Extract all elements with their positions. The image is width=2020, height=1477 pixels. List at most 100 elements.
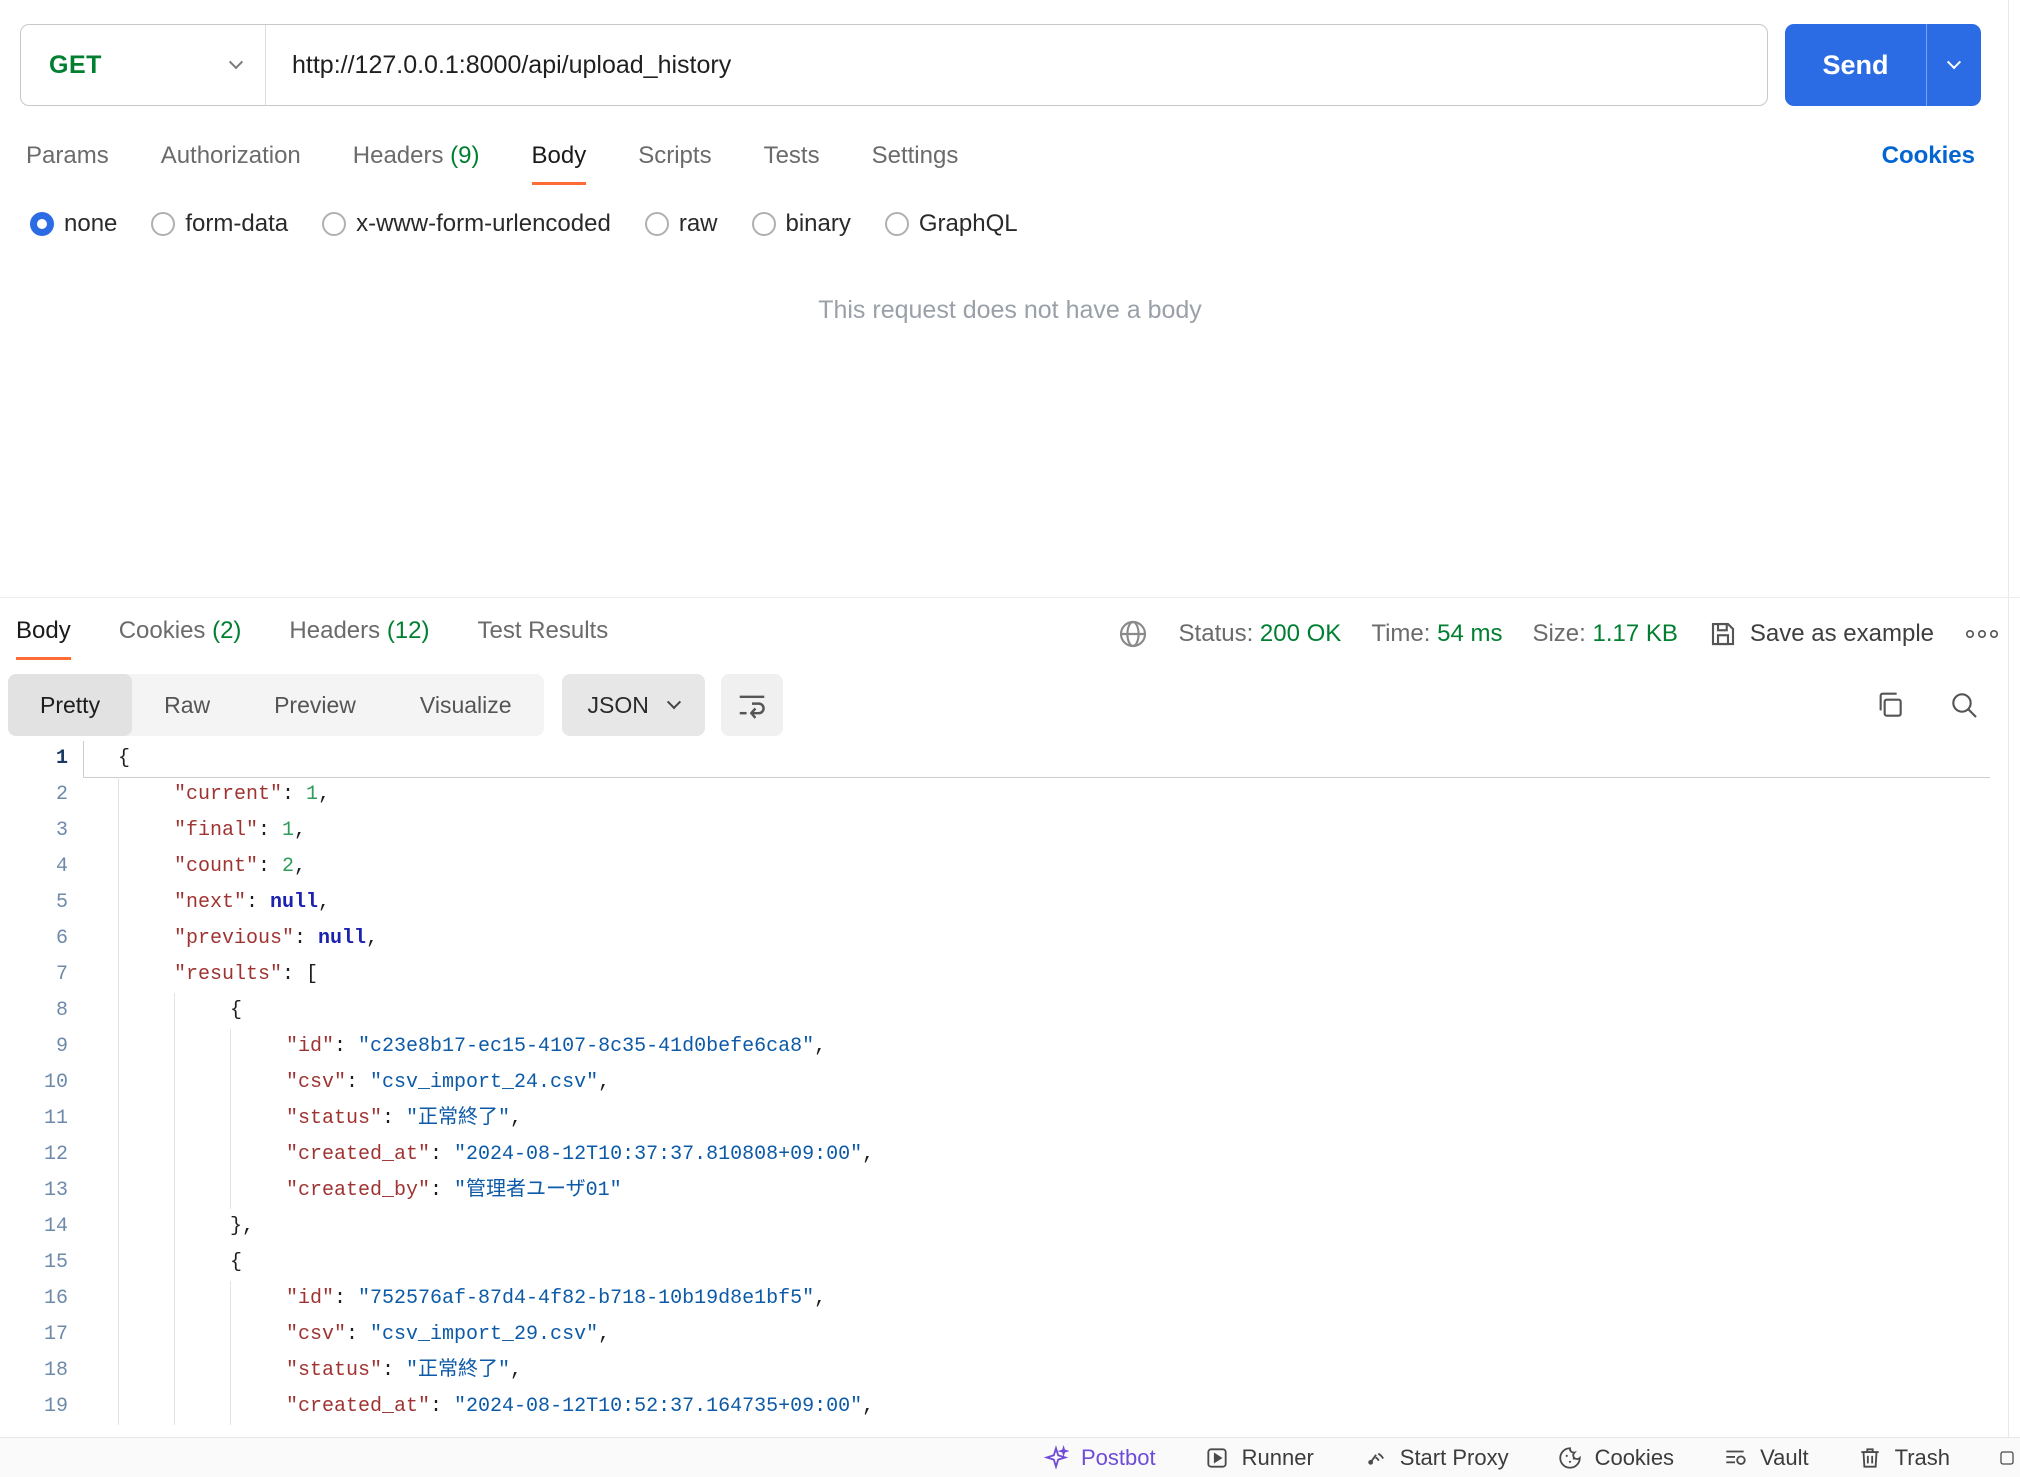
indent-guide [118, 1389, 174, 1425]
response-tab-headers[interactable]: Headers (12) [289, 617, 429, 660]
view-mode-switcher: Pretty Raw Preview Visualize [8, 674, 544, 736]
vault-button[interactable]: Vault [1722, 1445, 1809, 1471]
code-editor[interactable]: 1{2 "current": 1, 3 "final": 1, 4 "count": 2,… [0, 741, 1990, 1434]
method-label: GET [49, 50, 102, 79]
radio-icon[interactable] [644, 212, 669, 236]
line-number: 16 [43, 1287, 68, 1310]
response-view-bar: Pretty Raw Preview Visualize JSON [8, 674, 1980, 736]
search-icon[interactable] [1948, 689, 1980, 721]
chevron-down-icon [666, 695, 681, 710]
headers-count: (12) [386, 617, 430, 644]
code-line-content: "next": null, [84, 885, 1990, 921]
tab-scripts[interactable]: Scripts [638, 142, 711, 185]
view-tab-visualize[interactable]: Visualize [388, 674, 544, 736]
wrap-text-button[interactable] [720, 674, 783, 736]
copy-icon[interactable] [1874, 689, 1906, 721]
code-line-content: "previous": null, [84, 921, 1990, 957]
radio-icon[interactable] [322, 212, 347, 236]
send-button[interactable]: Send [1785, 24, 1981, 106]
code-line: 18 "status": "正常終了", [0, 1353, 1990, 1389]
code-line: 1{ [0, 741, 1990, 778]
postbot-button[interactable]: Postbot [1043, 1445, 1156, 1471]
radio-icon[interactable] [884, 212, 909, 236]
indent-guide [174, 1281, 230, 1317]
line-number: 12 [43, 1143, 68, 1166]
time-value[interactable]: Time: 54 ms [1371, 620, 1502, 648]
line-number: 13 [43, 1179, 68, 1202]
radio-raw[interactable]: raw [644, 210, 718, 238]
line-number: 1 [55, 747, 68, 770]
indent-guide [118, 1245, 174, 1281]
indent-guide [230, 1353, 286, 1389]
vault-icon [1722, 1445, 1748, 1471]
view-tab-raw[interactable]: Raw [132, 674, 242, 736]
code-line: 2 "current": 1, [0, 777, 1990, 813]
runner-button[interactable]: Runner [1204, 1445, 1314, 1471]
code-line-content: "results": [ [84, 957, 1990, 993]
trash-button[interactable]: Trash [1857, 1445, 1950, 1471]
tab-settings[interactable]: Settings [872, 142, 959, 185]
code-line: 6 "previous": null, [0, 921, 1990, 957]
line-number: 2 [55, 783, 68, 806]
radio-none[interactable]: none [30, 210, 117, 238]
code-line-content: "csv": "csv_import_24.csv", [84, 1065, 1990, 1101]
indent-guide [118, 777, 174, 813]
response-tab-body[interactable]: Body [16, 617, 71, 660]
save-as-example-button[interactable]: Save as example [1708, 619, 1934, 649]
code-line-content: "id": "c23e8b17-ec15-4107-8c35-41d0befe6… [84, 1029, 1990, 1065]
code-line: 3 "final": 1, [0, 813, 1990, 849]
indent-guide [118, 885, 174, 921]
language-select[interactable]: JSON [561, 674, 705, 736]
send-options-button[interactable] [1927, 24, 1981, 106]
tab-tests[interactable]: Tests [764, 142, 820, 185]
indent-guide [174, 1065, 230, 1101]
more-options-icon[interactable] [1964, 627, 2000, 641]
cookies-count: (2) [212, 617, 242, 644]
tab-headers[interactable]: Headers (9) [353, 142, 480, 185]
start-proxy-button[interactable]: Start Proxy [1362, 1445, 1509, 1471]
line-number: 10 [43, 1071, 68, 1094]
indent-guide [174, 1029, 230, 1065]
console-icon-cutoff[interactable] [1998, 1445, 2016, 1471]
code-line: 4 "count": 2, [0, 849, 1990, 885]
tab-params[interactable]: Params [26, 142, 109, 185]
radio-form-data[interactable]: form-data [151, 210, 288, 238]
radio-x-www-form-urlencoded[interactable]: x-www-form-urlencoded [322, 210, 611, 238]
cookies-button[interactable]: Cookies [1557, 1445, 1674, 1471]
url-field[interactable]: http://127.0.0.1:8000/api/upload_history [266, 25, 1767, 105]
method-select[interactable]: GET [21, 25, 266, 105]
language-label: JSON [587, 691, 649, 718]
indent-guide [118, 1209, 174, 1245]
response-tab-cookies[interactable]: Cookies (2) [119, 617, 242, 660]
code-line: 13 "created_by": "管理者ユーザ01" [0, 1173, 1990, 1209]
radio-icon[interactable] [751, 212, 776, 236]
response-tab-test-results[interactable]: Test Results [478, 617, 609, 660]
response-tabs: Body Cookies (2) Headers (12) Test Resul… [16, 617, 608, 660]
code-line: 17 "csv": "csv_import_29.csv", [0, 1317, 1990, 1353]
cookies-link[interactable]: Cookies [1882, 142, 1975, 170]
view-tab-preview[interactable]: Preview [242, 674, 388, 736]
line-number: 17 [43, 1323, 68, 1346]
view-tab-pretty[interactable]: Pretty [8, 674, 133, 736]
indent-guide [174, 1353, 230, 1389]
cookie-icon [1557, 1445, 1583, 1471]
size-value[interactable]: Size: 1.17 KB [1532, 620, 1677, 648]
runner-icon [1204, 1445, 1230, 1471]
status-value[interactable]: Status: 200 OK [1179, 620, 1342, 648]
indent-guide [174, 993, 230, 1029]
radio-icon[interactable] [151, 212, 176, 236]
tab-authorization[interactable]: Authorization [161, 142, 301, 185]
empty-body-message: This request does not have a body [818, 296, 1202, 324]
globe-icon [1117, 618, 1149, 650]
chevron-down-icon [1946, 55, 1962, 70]
radio-binary[interactable]: binary [751, 210, 851, 238]
line-number: 15 [43, 1251, 68, 1274]
code-line-content: "status": "正常終了", [84, 1101, 1990, 1137]
code-line-content: }, [84, 1209, 1990, 1245]
send-button-label[interactable]: Send [1785, 24, 1926, 106]
code-line-content: "created_at": "2024-08-12T10:37:37.81080… [84, 1137, 1990, 1173]
radio-graphql[interactable]: GraphQL [884, 210, 1018, 238]
radio-icon[interactable] [30, 212, 54, 236]
tab-body[interactable]: Body [531, 142, 587, 185]
indent-guide [230, 1137, 286, 1173]
